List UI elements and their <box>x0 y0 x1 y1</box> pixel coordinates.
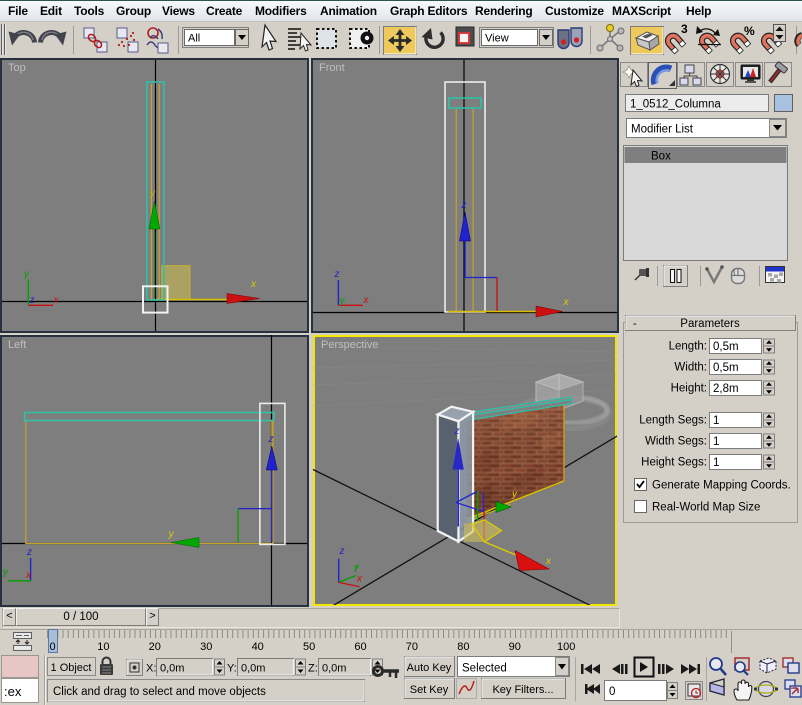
svg-text:0,5m: 0,5m <box>713 341 739 353</box>
svg-text:Auto Key: Auto Key <box>407 662 452 674</box>
svg-text:y: y <box>168 529 175 540</box>
svg-text:%: % <box>744 24 755 38</box>
svg-text:All: All <box>188 33 200 45</box>
svg-text:1: 1 <box>713 457 719 469</box>
svg-text:Selected: Selected <box>462 663 507 675</box>
svg-text:0: 0 <box>49 641 55 653</box>
svg-text:Click and drag to select and m: Click and drag to select and move object… <box>53 686 266 698</box>
svg-text:Real-World Map Size: Real-World Map Size <box>652 502 760 514</box>
svg-text:70: 70 <box>406 641 418 653</box>
svg-text:x: x <box>250 279 257 290</box>
svg-text:x: x <box>363 295 370 306</box>
svg-text:Key Filters...: Key Filters... <box>492 684 553 696</box>
svg-text:Width:: Width: <box>674 362 707 374</box>
svg-text:0: 0 <box>609 686 615 698</box>
svg-text:80: 80 <box>457 641 469 653</box>
svg-text:x: x <box>563 297 570 308</box>
svg-text:y: y <box>149 188 156 199</box>
svg-text:y: y <box>339 296 346 307</box>
svg-text:2,8m: 2,8m <box>713 383 739 395</box>
svg-text:Height:: Height: <box>671 383 707 395</box>
svg-text:1_0512_Columna: 1_0512_Columna <box>630 99 721 111</box>
svg-text:60: 60 <box>354 641 366 653</box>
svg-text:x: x <box>25 570 32 581</box>
svg-text:Box: Box <box>651 151 671 163</box>
svg-text:40: 40 <box>252 641 264 653</box>
svg-text:1: 1 <box>713 415 719 427</box>
svg-text:Set Key: Set Key <box>410 684 449 696</box>
svg-text:30: 30 <box>200 641 212 653</box>
svg-text:y: y <box>2 567 9 578</box>
svg-text:Y:: Y: <box>227 663 237 675</box>
svg-text:Width Segs:: Width Segs: <box>645 436 707 448</box>
svg-text:-: - <box>633 318 637 330</box>
svg-text:Length Segs:: Length Segs: <box>639 415 707 427</box>
svg-text:Height Segs:: Height Segs: <box>641 457 707 469</box>
svg-text:90: 90 <box>509 641 521 653</box>
svg-text:z: z <box>339 546 345 557</box>
svg-text:x: x <box>356 574 363 585</box>
svg-text:20: 20 <box>149 641 161 653</box>
svg-text:3: 3 <box>681 22 688 36</box>
svg-text:0,0m: 0,0m <box>322 663 346 675</box>
svg-text:0,5m: 0,5m <box>713 362 739 374</box>
svg-text:100: 100 <box>557 641 575 653</box>
svg-text:z: z <box>268 434 274 445</box>
svg-text:0,0m: 0,0m <box>160 663 184 675</box>
svg-text:Length:: Length: <box>669 341 707 353</box>
svg-text:Generate Mapping Coords.: Generate Mapping Coords. <box>652 480 791 492</box>
svg-text:z: z <box>29 295 35 306</box>
svg-text:z: z <box>454 426 460 437</box>
svg-text:z: z <box>26 547 32 558</box>
svg-text:Parameters: Parameters <box>680 318 740 330</box>
svg-text:z: z <box>334 269 340 280</box>
svg-text:y: y <box>23 269 30 280</box>
svg-text:1: 1 <box>713 436 719 448</box>
svg-text:1 Object: 1 Object <box>51 662 92 674</box>
svg-text:0,0m: 0,0m <box>241 663 265 675</box>
svg-text:y: y <box>511 489 518 500</box>
svg-text:x: x <box>545 556 552 567</box>
svg-text:X:: X: <box>146 663 156 675</box>
svg-text::ex: :ex <box>4 684 22 699</box>
svg-text:z: z <box>461 200 467 211</box>
svg-text:View: View <box>485 33 509 45</box>
svg-text:Modifier List: Modifier List <box>631 124 694 136</box>
svg-text:10: 10 <box>97 641 109 653</box>
svg-text:Z:: Z: <box>308 663 318 675</box>
svg-text:50: 50 <box>303 641 315 653</box>
svg-text:x: x <box>53 295 60 306</box>
